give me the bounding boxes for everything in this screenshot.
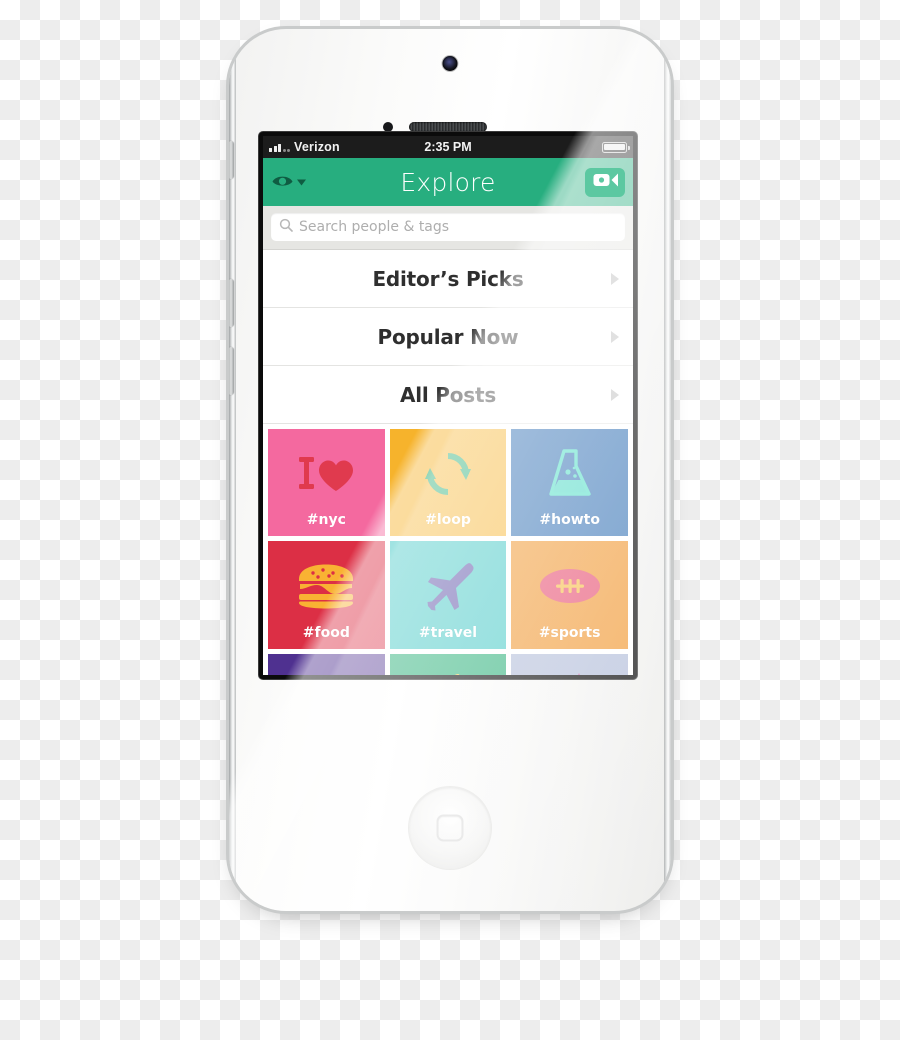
eye-icon — [271, 172, 294, 193]
status-bar: Verizon 2:35 PM — [263, 136, 633, 158]
page-title: Explore — [400, 167, 496, 197]
phone-screen: Verizon 2:35 PM Explore Search people & … — [263, 136, 633, 675]
tag-tile-magic[interactable]: #magic — [511, 653, 628, 675]
tag-tile-travel[interactable]: #travel — [389, 541, 507, 649]
list-item-label: Editor’s Picks — [372, 266, 524, 291]
burger-icon — [297, 563, 355, 609]
tag-tile-label: #loop — [425, 512, 471, 529]
search-placeholder-text: Search people & tags — [299, 219, 450, 235]
search-icon — [279, 218, 293, 237]
search-input[interactable]: Search people & tags — [271, 213, 625, 241]
tag-tile-loop[interactable]: #loop — [389, 429, 507, 537]
front-camera-icon — [442, 56, 458, 71]
tag-tile-label: #sports — [538, 624, 601, 641]
carrier-label: Verizon — [294, 140, 340, 154]
signal-strength-icon — [269, 142, 290, 152]
tag-tile-pets[interactable]: #pets — [268, 653, 385, 675]
proximity-sensor-icon — [383, 122, 393, 132]
mute-switch-button[interactable] — [229, 141, 234, 179]
device-body: Verizon 2:35 PM Explore Search people & … — [226, 26, 674, 914]
home-square-icon — [436, 814, 464, 842]
list-item-all-posts[interactable]: All Posts — [263, 366, 633, 424]
video-camera-button[interactable] — [585, 167, 625, 197]
list-item-editors-picks[interactable]: Editor’s Picks — [263, 250, 633, 308]
tag-tile-label: #food — [302, 624, 350, 641]
chevron-right-icon — [611, 388, 619, 401]
tag-tile-nyc[interactable]: #nyc — [268, 429, 385, 537]
tag-tile-sports[interactable]: #sports — [511, 541, 628, 649]
flask-icon — [548, 448, 592, 500]
airplane-icon — [419, 561, 477, 611]
volume-down-button[interactable] — [229, 347, 234, 395]
battery-fill — [604, 143, 625, 151]
football-icon — [538, 568, 602, 604]
video-camera-icon — [593, 172, 618, 193]
smartphone-device: Verizon 2:35 PM Explore Search people & … — [226, 26, 674, 914]
earpiece-speaker-grille — [409, 122, 487, 132]
device-left-band — [229, 59, 236, 881]
tag-tile-nature[interactable]: #nature — [389, 653, 507, 675]
list-item-label: Popular Now — [377, 324, 519, 349]
list-item-label: All Posts — [399, 382, 497, 407]
status-time: 2:35 PM — [424, 140, 472, 154]
i-love-heart-icon — [296, 453, 356, 495]
tag-tile-food[interactable]: #food — [268, 541, 385, 649]
tag-tile-howto[interactable]: #howto — [511, 429, 628, 537]
list-item-popular-now[interactable]: Popular Now — [263, 308, 633, 366]
battery-icon — [602, 141, 630, 153]
home-button[interactable] — [409, 787, 491, 869]
section-list: Editor’s Picks Popular Now All Posts — [263, 250, 633, 424]
tag-tile-label: #travel — [418, 624, 478, 641]
acorn-icon — [427, 673, 469, 675]
tag-tile-grid: #nyc #loop #howto #food #travel #sports — [263, 424, 633, 675]
caret-down-icon — [297, 173, 306, 191]
chevron-right-icon — [611, 330, 619, 343]
search-bar-container: Search people & tags — [263, 206, 633, 250]
visibility-filter-dropdown[interactable] — [271, 172, 306, 193]
device-right-band — [664, 59, 671, 881]
tag-tile-label: #nyc — [306, 512, 346, 529]
tag-tile-label: #howto — [539, 512, 600, 529]
chevron-right-icon — [611, 272, 619, 285]
navigation-bar: Explore — [263, 158, 633, 206]
volume-up-button[interactable] — [229, 279, 234, 327]
loop-arrows-icon — [424, 450, 472, 498]
screen-bezel: Verizon 2:35 PM Explore Search people & … — [259, 132, 637, 679]
magic-wand-icon — [542, 671, 598, 675]
